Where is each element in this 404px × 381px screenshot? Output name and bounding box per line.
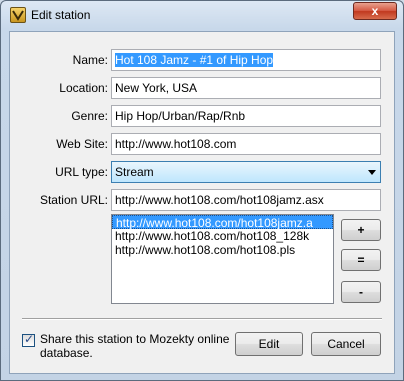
separator [22,318,382,320]
url-listbox[interactable]: http://www.hot108.com/hot108jamz.a http:… [111,214,334,304]
genre-input[interactable]: Hip Hop/Urban/Rap/Rnb [111,105,381,127]
title-bar[interactable]: Edit station x [1,1,403,31]
dialog-body: Name: Hot 108 Jamz - #1 of Hip Hop Locat… [9,31,395,374]
url-type-row: URL type: Stream [10,161,396,183]
url-type-label: URL type: [55,165,108,179]
station-app-icon [10,7,26,23]
share-label: Share this station to Mozekty online dat… [40,332,230,360]
window-title: Edit station [31,8,91,22]
location-label: Location: [59,81,108,95]
edit-station-window: Edit station x Name: Hot 108 Jamz - #1 o… [0,0,404,381]
list-item[interactable]: http://www.hot108.com/hot108jamz.a [112,215,333,230]
close-button[interactable]: x [353,2,397,20]
station-url-input[interactable]: http://www.hot108.com/hot108jamz.asx [111,189,381,211]
edit-button[interactable]: Edit [235,332,303,356]
checkmark-icon: ✓ [24,332,35,346]
genre-row: Genre: Hip Hop/Urban/Rap/Rnb [10,105,396,127]
station-url-label: Station URL: [39,193,108,207]
location-input[interactable]: New York, USA [111,77,381,99]
add-url-button[interactable]: + [341,219,381,241]
name-input-value: Hot 108 Jamz - #1 of Hip Hop [115,53,274,67]
chevron-down-icon [368,170,376,175]
website-row: Web Site: http://www.hot108.com [10,133,396,155]
name-row: Name: Hot 108 Jamz - #1 of Hip Hop [10,49,396,71]
location-row: Location: New York, USA [10,77,396,99]
station-url-row: Station URL: http://www.hot108.com/hot10… [10,189,396,211]
equal-url-button[interactable]: = [341,249,381,271]
cancel-button[interactable]: Cancel [311,332,381,356]
name-input[interactable]: Hot 108 Jamz - #1 of Hip Hop [111,49,381,71]
genre-label: Genre: [71,109,108,123]
list-item[interactable]: http://www.hot108.com/hot108.pls [112,243,333,257]
list-item[interactable]: http://www.hot108.com/hot108_128k [112,229,333,243]
share-checkbox[interactable]: ✓ [22,332,35,347]
website-label: Web Site: [56,137,108,151]
url-type-value: Stream [115,165,154,179]
name-label: Name: [72,53,108,67]
close-icon: x [371,4,379,18]
share-option: ✓ Share this station to Mozekty online d… [22,332,242,362]
remove-url-button[interactable]: - [341,281,381,303]
website-input[interactable]: http://www.hot108.com [111,133,381,155]
url-type-select[interactable]: Stream [111,161,381,183]
